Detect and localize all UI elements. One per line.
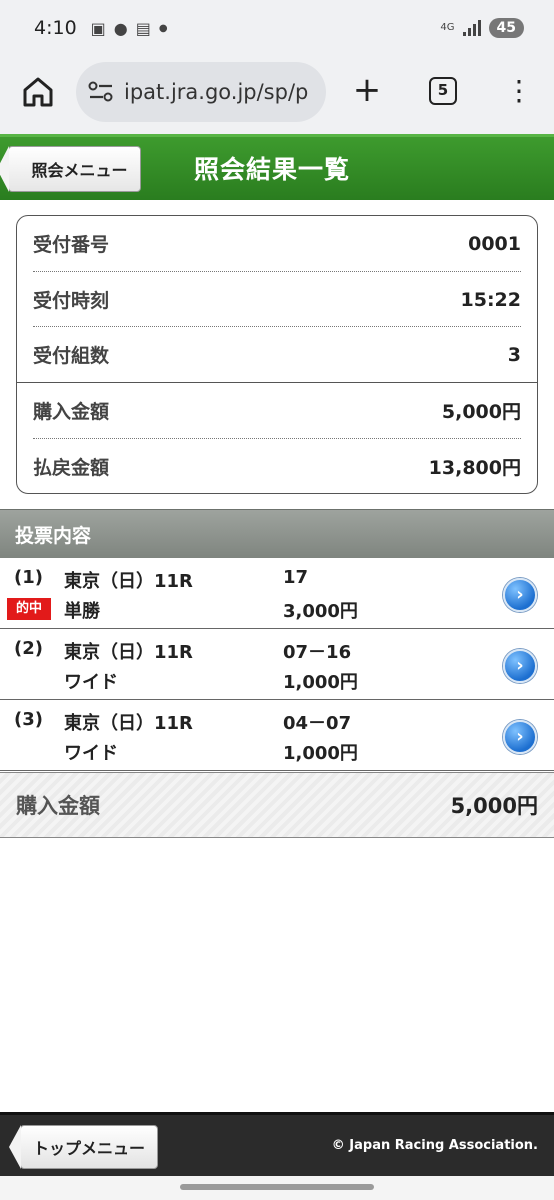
- tab-switcher-button[interactable]: 5: [429, 77, 457, 105]
- summary-row-payout-amount: 払戻金額 13,800円: [33, 439, 521, 494]
- bet-race: 東京（日）11R: [64, 571, 193, 592]
- total-label: 購入金額: [16, 794, 100, 818]
- chevron-right-icon[interactable]: ›: [503, 720, 537, 754]
- bet-race: 東京（日）11R: [64, 642, 193, 663]
- summary-value: 5,000円: [441, 401, 521, 423]
- bet-type: ワイド: [64, 743, 118, 764]
- browser-menu-button[interactable]: ⋮: [505, 72, 533, 110]
- copyright-text: © Japan Racing Association.: [331, 1138, 538, 1153]
- total-purchase-row: 購入金額 5,000円: [0, 772, 554, 838]
- chevron-right-icon[interactable]: ›: [503, 578, 537, 612]
- bet-type: ワイド: [64, 672, 118, 693]
- summary-value: 15:22: [460, 288, 521, 311]
- summary-label: 購入金額: [33, 401, 110, 423]
- bet-amount: 1,000円: [283, 743, 358, 764]
- back-button-label: 照会メニュー: [31, 161, 128, 180]
- page-header: 照会メニュー 照会結果一覧: [0, 134, 554, 200]
- bet-combination: 17: [283, 567, 309, 588]
- signal-icon: [462, 20, 481, 36]
- hit-badge: 的中: [7, 598, 51, 620]
- summary-value: 3: [507, 343, 521, 366]
- summary-label: 受付組数: [33, 345, 110, 367]
- summary-label: 受付時刻: [33, 290, 110, 312]
- bet-index: (2): [14, 638, 43, 659]
- total-value: 5,000円: [450, 794, 538, 818]
- bet-row[interactable]: (1) 的中 東京（日）11R 単勝 17 3,000円 ›: [0, 558, 554, 629]
- url-text: ipat.jra.go.jp/sp/p: [124, 80, 309, 104]
- status-time: 4:10: [34, 17, 77, 39]
- bet-index: (3): [14, 709, 43, 730]
- site-settings-icon[interactable]: [88, 81, 114, 103]
- top-menu-button[interactable]: トップメニュー: [9, 1125, 158, 1169]
- page-footer: トップメニュー © Japan Racing Association.: [0, 1112, 554, 1176]
- network-type: 4G: [440, 22, 455, 33]
- summary-row-purchase-amount: 購入金額 5,000円: [33, 383, 521, 438]
- more-notifications-icon: ●: [158, 22, 168, 34]
- bet-row[interactable]: (3) 東京（日）11R ワイド 04－07 1,000円 ›: [0, 700, 554, 771]
- home-icon: [23, 77, 53, 107]
- bet-combination: 07－16: [283, 642, 352, 663]
- bet-index: (1): [14, 567, 43, 588]
- summary-label: 払戻金額: [33, 457, 110, 479]
- screenshot-icon: ▣: [90, 18, 106, 38]
- summary-row-receipt-count: 受付組数 3: [33, 327, 521, 382]
- bet-race: 東京（日）11R: [64, 713, 193, 734]
- summary-row-receipt-number: 受付番号 0001: [33, 216, 521, 271]
- bet-type: 単勝: [64, 601, 100, 622]
- gesture-handle[interactable]: [180, 1184, 374, 1190]
- bet-amount: 1,000円: [283, 672, 358, 693]
- summary-value: 0001: [468, 232, 521, 255]
- battery-indicator: 45: [488, 18, 524, 38]
- bet-combination: 04－07: [283, 713, 352, 734]
- home-button[interactable]: [20, 74, 56, 110]
- back-arrow-icon: [9, 1125, 21, 1169]
- summary-value: 13,800円: [428, 457, 521, 479]
- chevron-right-icon[interactable]: ›: [503, 649, 537, 683]
- summary-label: 受付番号: [33, 234, 110, 256]
- bet-amount: 3,000円: [283, 601, 358, 622]
- address-bar[interactable]: ipat.jra.go.jp/sp/p: [76, 62, 326, 122]
- bet-contents-header: 投票内容: [0, 509, 554, 558]
- browser-toolbar: ipat.jra.go.jp/sp/p + 5 ⋮: [0, 56, 554, 134]
- calendar-icon: ▤: [135, 18, 151, 38]
- new-tab-button[interactable]: +: [350, 70, 384, 110]
- summary-card: 受付番号 0001 受付時刻 15:22 受付組数 3 購入金額 5,000円 …: [16, 215, 538, 494]
- status-bar: 4:10 ▣ ● ▤ ● 4G 45: [0, 0, 554, 56]
- back-arrow-icon: [0, 146, 9, 192]
- bet-row[interactable]: (2) 東京（日）11R ワイド 07－16 1,000円 ›: [0, 629, 554, 700]
- page-title: 照会結果一覧: [194, 155, 351, 184]
- chat-icon: ●: [113, 18, 128, 38]
- summary-row-receipt-time: 受付時刻 15:22: [33, 272, 521, 327]
- inquiry-menu-back-button[interactable]: 照会メニュー: [0, 146, 141, 192]
- top-menu-label: トップメニュー: [32, 1139, 145, 1158]
